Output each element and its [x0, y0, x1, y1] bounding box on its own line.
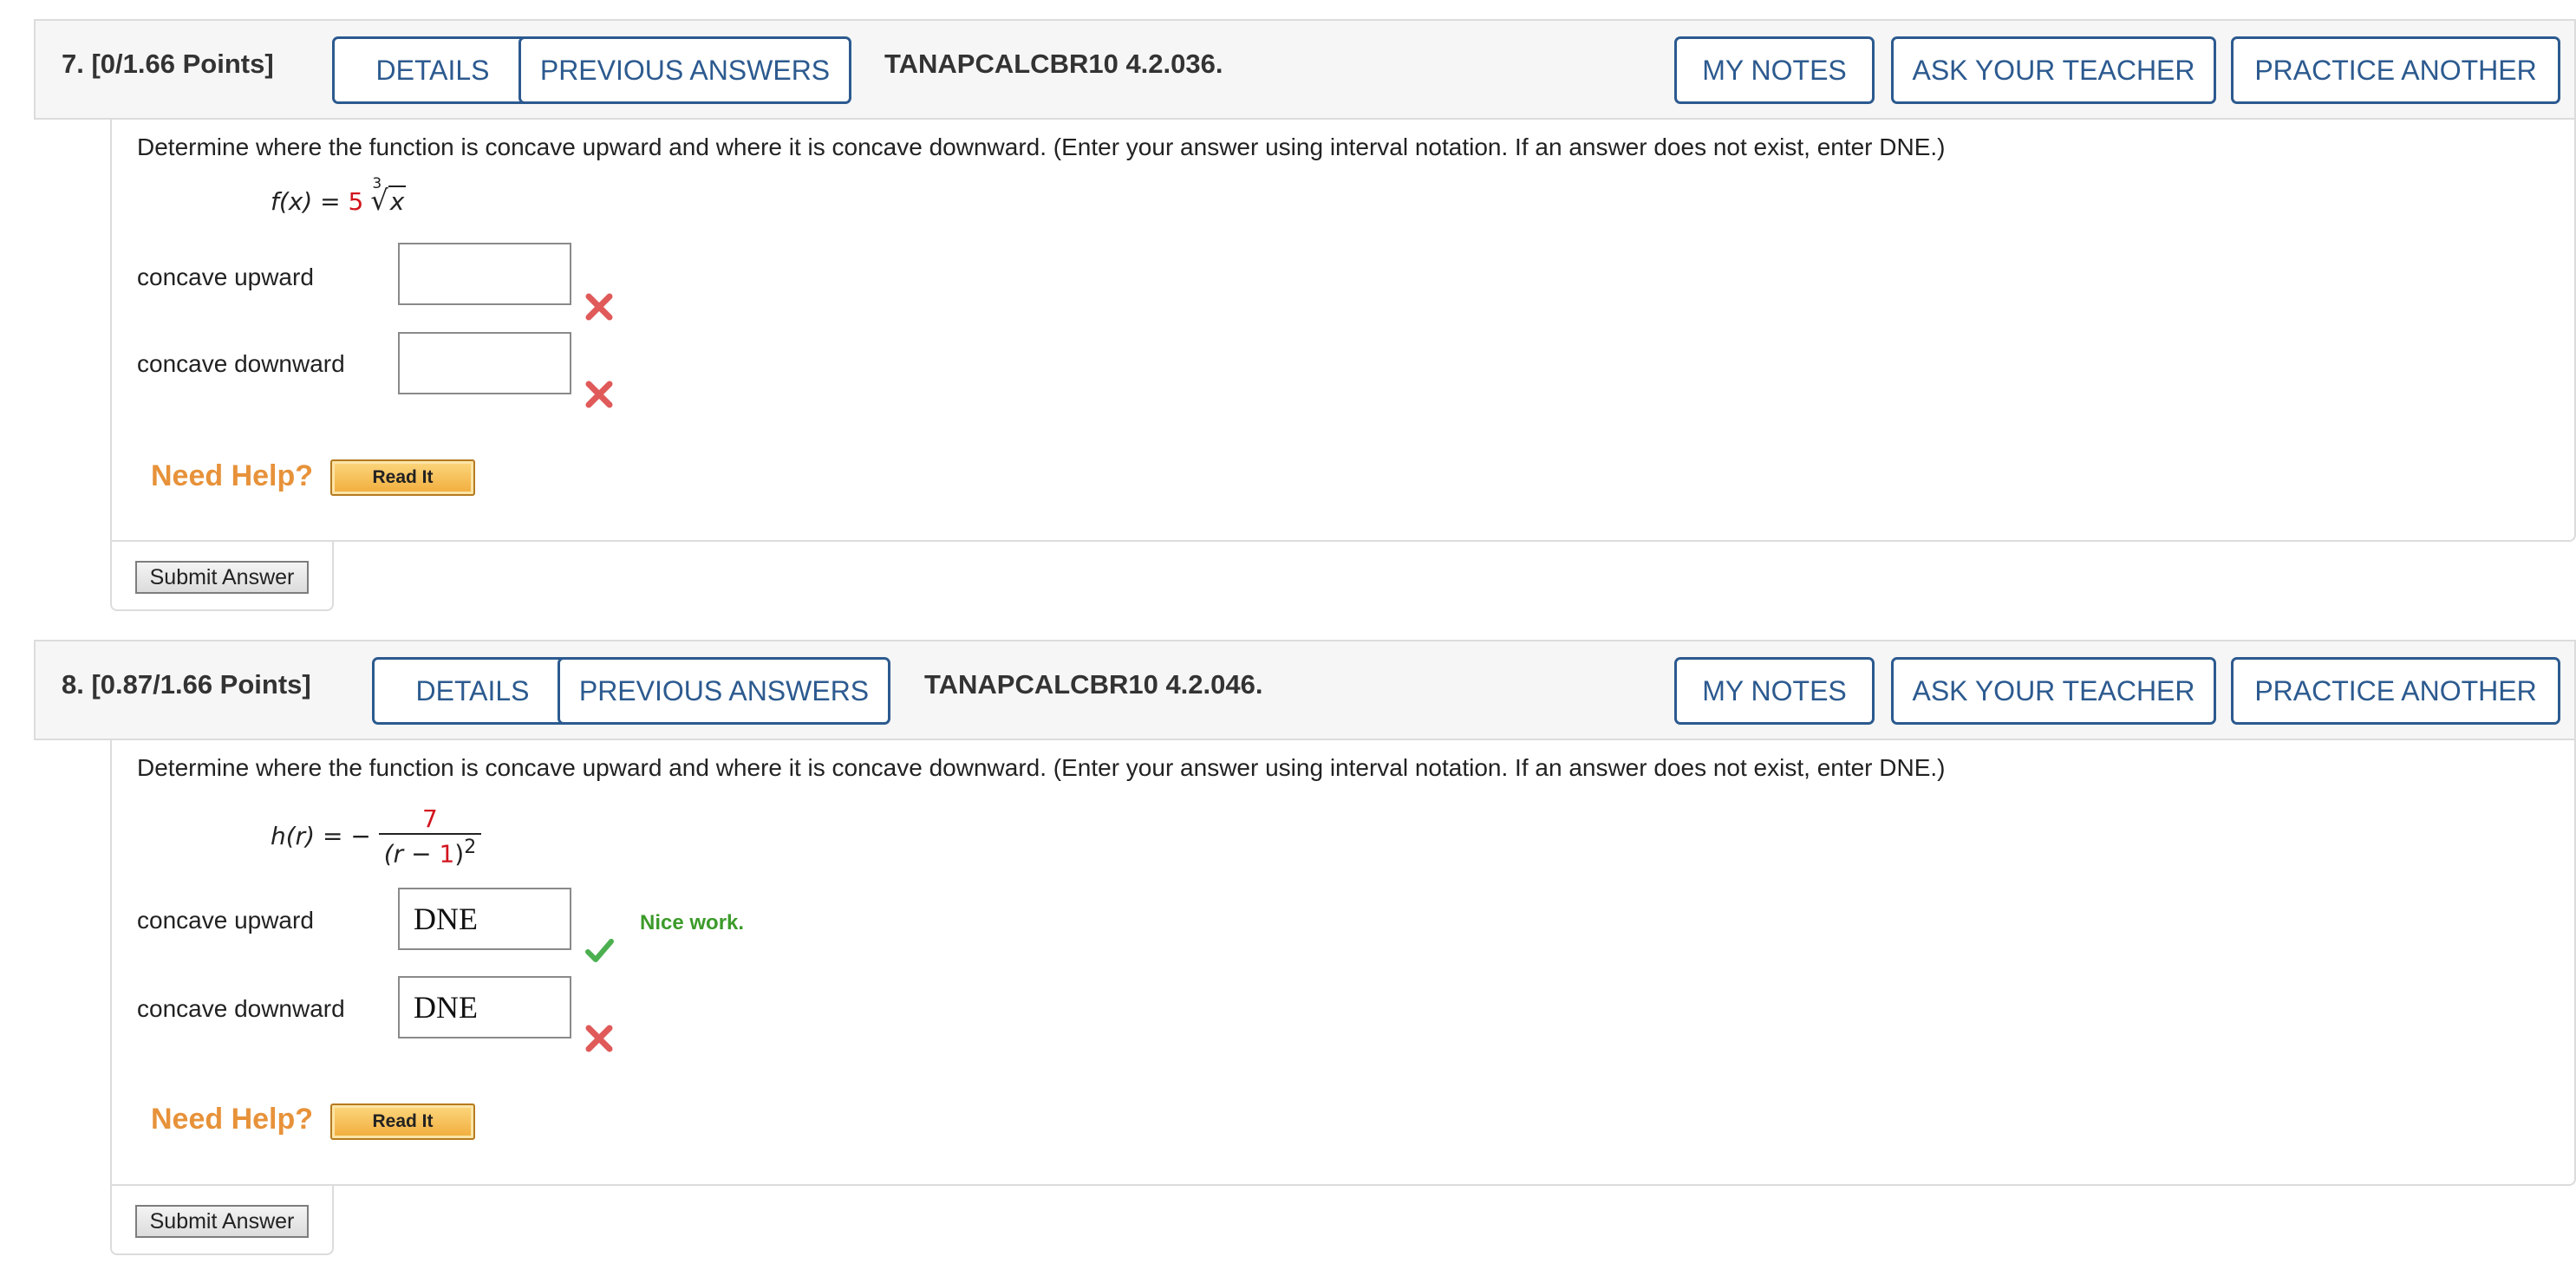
cube-root: 3 √x — [363, 175, 407, 217]
denominator-close: ) — [454, 839, 465, 869]
practice-another-button[interactable]: PRACTICE ANOTHER — [2231, 36, 2560, 104]
x-mark-icon — [585, 293, 613, 321]
question-code: TANAPCALCBR10 4.2.046. — [924, 669, 1263, 700]
read-it-button[interactable]: Read It — [330, 459, 475, 496]
submit-answer-button[interactable]: Submit Answer — [135, 1205, 309, 1238]
my-notes-button[interactable]: MY NOTES — [1674, 36, 1875, 104]
check-mark-icon — [585, 939, 614, 962]
question-code: TANAPCALCBR10 4.2.036. — [884, 49, 1223, 79]
concave-upward-label: concave upward — [137, 907, 314, 934]
formula-fraction: 7 (r − 1)2 — [378, 804, 482, 869]
concave-upward-input[interactable] — [398, 888, 571, 950]
fraction-numerator: 7 — [422, 804, 438, 833]
denominator-open: (r − — [383, 839, 440, 869]
question-points: 7. [0/1.66 Points] — [62, 49, 274, 79]
previous-answers-button[interactable]: PREVIOUS ANSWERS — [558, 657, 890, 725]
function-formula: h(r) = − 7 (r − 1)2 — [271, 804, 482, 869]
need-help-label: Need Help? — [151, 1103, 314, 1136]
concave-upward-label: concave upward — [137, 264, 314, 290]
denominator-constant: 1 — [439, 839, 455, 869]
practice-another-button[interactable]: PRACTICE ANOTHER — [2231, 657, 2560, 725]
feedback-message: Nice work. — [640, 911, 745, 934]
function-formula: f(x) = 5 3 √x — [271, 175, 407, 217]
my-notes-button[interactable]: MY NOTES — [1674, 657, 1875, 725]
formula-lhs: h(r) = − — [271, 822, 371, 851]
denominator-exponent: 2 — [464, 837, 477, 858]
root-index: 3 — [372, 175, 382, 192]
formula-coefficient: 5 — [348, 187, 364, 216]
concave-downward-input[interactable] — [398, 976, 571, 1038]
question-instructions: Determine where the function is concave … — [137, 133, 1946, 160]
question-instructions: Determine where the function is concave … — [137, 754, 1946, 781]
concave-downward-label: concave downward — [137, 995, 345, 1022]
question-7-body — [110, 120, 2576, 542]
question-7-header: 7. [0/1.66 Points] DETAILS PREVIOUS ANSW… — [34, 19, 2576, 120]
details-button[interactable]: DETAILS — [372, 657, 573, 725]
previous-answers-button[interactable]: PREVIOUS ANSWERS — [518, 36, 851, 104]
need-help-label: Need Help? — [151, 459, 314, 492]
radicand: x — [388, 186, 407, 216]
x-mark-icon — [585, 1025, 613, 1052]
fraction-denominator: (r − 1)2 — [378, 833, 482, 869]
concave-upward-input[interactable] — [398, 243, 571, 305]
details-button[interactable]: DETAILS — [332, 36, 533, 104]
question-8-header: 8. [0.87/1.66 Points] DETAILS PREVIOUS A… — [34, 640, 2576, 740]
ask-your-teacher-button[interactable]: ASK YOUR TEACHER — [1891, 36, 2216, 104]
question-points: 8. [0.87/1.66 Points] — [62, 669, 311, 700]
formula-lhs: f(x) = — [271, 187, 349, 216]
read-it-button[interactable]: Read It — [330, 1103, 475, 1140]
concave-downward-input[interactable] — [398, 332, 571, 394]
submit-answer-button[interactable]: Submit Answer — [135, 561, 309, 594]
concave-downward-label: concave downward — [137, 350, 345, 377]
ask-your-teacher-button[interactable]: ASK YOUR TEACHER — [1891, 657, 2216, 725]
x-mark-icon — [585, 381, 613, 408]
